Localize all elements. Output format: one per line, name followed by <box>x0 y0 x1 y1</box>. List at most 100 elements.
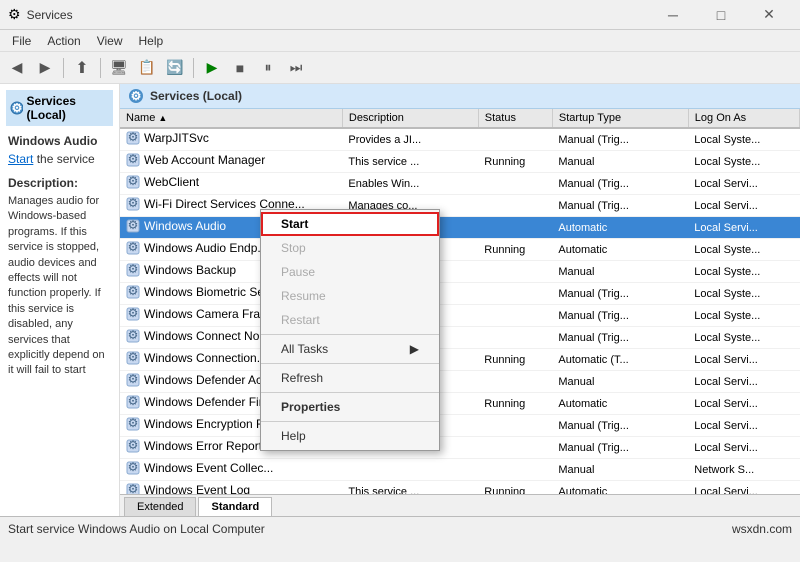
service-name-cell: ⚙ Windows Biometric Se... <box>126 285 274 299</box>
ctx-restart[interactable]: Restart <box>261 308 439 332</box>
service-name-cell: ⚙ WarpJITSvc <box>126 131 209 145</box>
svg-text:⚙: ⚙ <box>128 395 139 408</box>
cell-description: This service ... <box>342 481 478 495</box>
table-row[interactable]: ⚙ Windows Connect No... Manual (Trig...L… <box>120 327 800 349</box>
table-row[interactable]: ⚙ Windows Biometric Se... Manual (Trig..… <box>120 283 800 305</box>
status-right: wsxdn.com <box>732 522 792 536</box>
cell-startup: Manual (Trig... <box>552 327 688 349</box>
ctx-sep2 <box>261 363 439 364</box>
col-startup-type[interactable]: Startup Type <box>552 109 688 128</box>
svg-text:⚙: ⚙ <box>128 439 139 452</box>
cell-startup: Manual (Trig... <box>552 305 688 327</box>
cell-logon: Local Servi... <box>688 415 799 437</box>
ctx-pause[interactable]: Pause <box>261 260 439 284</box>
tab-extended[interactable]: Extended <box>124 497 196 516</box>
table-row[interactable]: ⚙ Windows Backup ManualLocal Syste... <box>120 261 800 283</box>
menu-action[interactable]: Action <box>39 32 88 50</box>
cell-logon: Local Syste... <box>688 128 799 151</box>
cell-description <box>342 459 478 481</box>
table-row[interactable]: ⚙ Windows Audio Endp... RunningAutomatic… <box>120 239 800 261</box>
sidebar-header[interactable]: ⚙ Services (Local) <box>6 90 113 126</box>
menu-view[interactable]: View <box>89 32 131 50</box>
submenu-arrow: ▶ <box>410 342 419 356</box>
start-service-link[interactable]: Start <box>8 152 33 166</box>
ctx-resume[interactable]: Resume <box>261 284 439 308</box>
table-row[interactable]: ⚙ Windows Camera Frar... Manual (Trig...… <box>120 305 800 327</box>
service-name-cell: ⚙ Windows Camera Frar... <box>126 307 273 321</box>
col-name[interactable]: Name ▲ <box>120 109 342 128</box>
table-row[interactable]: ⚙ Web Account Manager This service ...Ru… <box>120 151 800 173</box>
service-name-cell: ⚙ Windows Connect No... <box>126 329 269 343</box>
tab-standard[interactable]: Standard <box>198 497 272 516</box>
ctx-start[interactable]: Start <box>261 212 439 236</box>
table-row[interactable]: ⚙ Windows Audio AutomaticLocal Servi... <box>120 217 800 239</box>
toolbar-sep3 <box>193 58 194 78</box>
table-row[interactable]: ⚙ WebClient Enables Win...Manual (Trig..… <box>120 173 800 195</box>
toolbar-pause[interactable]: ⏸ <box>255 55 281 81</box>
table-row[interactable]: ⚙ Windows Defender Ac... ManualLocal Ser… <box>120 371 800 393</box>
cell-status <box>478 195 552 217</box>
sidebar-content: Windows Audio Start the service Descript… <box>6 132 113 381</box>
toolbar-play[interactable]: ▶ <box>199 55 225 81</box>
table-row[interactable]: ⚙ Windows Defender Fir... RunningAutomat… <box>120 393 800 415</box>
sidebar-service-name: Windows Audio <box>8 134 111 148</box>
cell-status <box>478 128 552 151</box>
table-row[interactable]: ⚙ Windows Error Report... Manual (Trig..… <box>120 437 800 459</box>
ctx-help[interactable]: Help <box>261 424 439 448</box>
toolbar-forward[interactable]: ▶ <box>32 55 58 81</box>
service-row-icon: ⚙ <box>126 175 140 189</box>
svg-text:⚙: ⚙ <box>128 461 139 474</box>
toolbar-stop[interactable]: ■ <box>227 55 253 81</box>
toolbar-restart[interactable]: ⏭ <box>283 55 309 81</box>
toolbar-show-hide[interactable]: 🖥 <box>106 55 132 81</box>
cell-logon: Local Servi... <box>688 481 799 495</box>
cell-logon: Local Servi... <box>688 371 799 393</box>
minimize-button[interactable]: ─ <box>650 1 696 29</box>
cell-status <box>478 173 552 195</box>
main-layout: ⚙ Services (Local) Windows Audio Start t… <box>0 84 800 516</box>
svg-text:⚙: ⚙ <box>128 417 139 430</box>
svg-text:⚙: ⚙ <box>128 329 139 342</box>
ctx-stop[interactable]: Stop <box>261 236 439 260</box>
toolbar-properties[interactable]: 📋 <box>134 55 160 81</box>
cell-logon: Local Syste... <box>688 305 799 327</box>
services-table-container[interactable]: Name ▲ Description Status Startup Type L… <box>120 109 800 494</box>
cell-status <box>478 283 552 305</box>
toolbar-up[interactable]: ⬆ <box>69 55 95 81</box>
col-status[interactable]: Status <box>478 109 552 128</box>
bottom-tabs: Extended Standard <box>120 494 800 516</box>
table-row[interactable]: ⚙ WarpJITSvc Provides a JI...Manual (Tri… <box>120 128 800 151</box>
close-button[interactable]: ✕ <box>746 1 792 29</box>
table-row[interactable]: ⚙ Windows Connection... RunningAutomatic… <box>120 349 800 371</box>
ctx-refresh[interactable]: Refresh <box>261 366 439 390</box>
cell-logon: Local Syste... <box>688 239 799 261</box>
menu-file[interactable]: File <box>4 32 39 50</box>
col-logon[interactable]: Log On As <box>688 109 799 128</box>
toolbar-refresh[interactable]: 🔄 <box>162 55 188 81</box>
window-title: Services <box>27 8 650 22</box>
service-name-cell: ⚙ Windows Encryption R... <box>126 417 275 431</box>
svg-text:⚙: ⚙ <box>128 307 139 320</box>
ctx-properties[interactable]: Properties <box>261 395 439 419</box>
cell-status <box>478 327 552 349</box>
services-icon: ⚙ <box>10 101 23 115</box>
cell-description: Enables Win... <box>342 173 478 195</box>
cell-name: ⚙ WarpJITSvc <box>120 128 342 151</box>
table-row[interactable]: ⚙ Windows Event Collec... ManualNetwork … <box>120 459 800 481</box>
table-row[interactable]: ⚙ Windows Encryption R... Manual (Trig..… <box>120 415 800 437</box>
service-row-icon: ⚙ <box>126 285 140 299</box>
toolbar-back[interactable]: ◀ <box>4 55 30 81</box>
table-row[interactable]: ⚙ Windows Event Log This service ...Runn… <box>120 481 800 495</box>
service-name-cell: ⚙ Windows Backup <box>126 263 236 277</box>
status-bar: Start service Windows Audio on Local Com… <box>0 516 800 540</box>
description-text: Manages audio for Windows-based programs… <box>8 194 111 379</box>
col-description[interactable]: Description <box>342 109 478 128</box>
maximize-button[interactable]: □ <box>698 1 744 29</box>
panel-icon: ⚙ <box>128 88 144 104</box>
menu-help[interactable]: Help <box>131 32 172 50</box>
sidebar-start-link: Start the service <box>8 152 111 166</box>
ctx-all-tasks[interactable]: All Tasks ▶ <box>261 337 439 361</box>
table-row[interactable]: ⚙ Wi-Fi Direct Services Conne... Manages… <box>120 195 800 217</box>
service-name-cell: ⚙ Windows Connection... <box>126 351 267 365</box>
toolbar-sep1 <box>63 58 64 78</box>
